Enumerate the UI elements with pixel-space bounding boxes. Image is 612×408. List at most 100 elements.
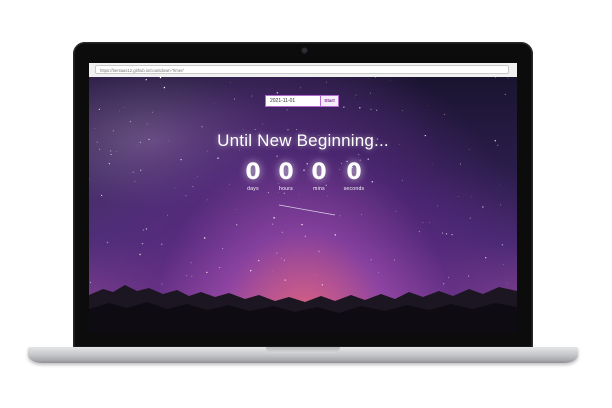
- star: [298, 194, 300, 196]
- star: [301, 223, 303, 226]
- star: [206, 199, 208, 201]
- star: [343, 106, 345, 108]
- star: [445, 233, 448, 235]
- star: [276, 252, 278, 254]
- mins-label: mins: [313, 186, 325, 192]
- star: [180, 158, 182, 161]
- star: [469, 217, 471, 219]
- star: [118, 110, 120, 112]
- star: [485, 257, 487, 259]
- star: [236, 209, 237, 210]
- star: [141, 242, 144, 245]
- star: [242, 129, 244, 130]
- star: [422, 222, 424, 223]
- star: [129, 120, 132, 123]
- star: [276, 155, 278, 157]
- star: [286, 109, 288, 111]
- page-title: Until New Beginning...: [217, 131, 389, 150]
- star: [495, 77, 497, 78]
- star: [471, 196, 473, 197]
- star: [230, 82, 231, 84]
- star: [499, 184, 500, 186]
- star: [145, 79, 147, 81]
- star: [369, 92, 371, 94]
- star: [501, 243, 504, 246]
- star: [139, 169, 142, 172]
- star: [123, 106, 125, 108]
- star: [250, 270, 252, 272]
- star: [108, 162, 111, 165]
- star: [100, 194, 103, 197]
- star: [203, 237, 206, 239]
- url-field[interactable]: https://bentaas12.github.io/countdown-Ti…: [95, 65, 509, 74]
- star: [457, 196, 459, 198]
- star: [159, 77, 162, 79]
- star: [142, 229, 145, 231]
- laptop-opening-notch: [266, 347, 340, 353]
- star: [217, 157, 219, 159]
- star: [276, 92, 279, 94]
- star: [273, 217, 275, 219]
- star: [272, 269, 274, 271]
- star: [370, 108, 372, 111]
- star: [110, 153, 112, 156]
- star: [152, 111, 153, 113]
- star: [271, 223, 274, 225]
- star: [504, 93, 506, 96]
- star: [281, 257, 283, 259]
- star: [459, 163, 461, 165]
- star: [283, 259, 285, 261]
- star: [258, 259, 260, 262]
- star: [353, 97, 355, 99]
- star: [393, 259, 395, 261]
- laptop-screen: https://bentaas12.github.io/countdown-Ti…: [89, 63, 517, 333]
- star: [326, 195, 328, 197]
- star: [402, 179, 403, 181]
- star: [367, 158, 369, 160]
- star: [355, 94, 357, 96]
- star: [161, 243, 163, 245]
- star: [219, 267, 221, 269]
- star: [261, 123, 263, 125]
- star: [318, 250, 320, 253]
- shooting-star: [278, 204, 336, 216]
- star: [94, 128, 96, 129]
- browser-address-bar: https://bentaas12.github.io/countdown-Ti…: [89, 63, 517, 78]
- star: [251, 95, 253, 97]
- star: [214, 102, 215, 104]
- star: [254, 128, 256, 130]
- star: [503, 264, 504, 265]
- star: [229, 183, 230, 185]
- star: [500, 204, 502, 206]
- star: [160, 84, 162, 86]
- start-button[interactable]: Start: [321, 95, 339, 107]
- star: [370, 260, 371, 261]
- star: [145, 228, 147, 230]
- seconds-label: seconds: [343, 186, 365, 192]
- star: [376, 109, 378, 111]
- star: [197, 176, 198, 177]
- star: [427, 105, 428, 107]
- star: [132, 171, 134, 173]
- star: [146, 123, 148, 125]
- star: [378, 271, 380, 273]
- star: [121, 261, 123, 263]
- star: [359, 106, 361, 109]
- star: [339, 215, 341, 217]
- star: [233, 98, 236, 100]
- countdown-page: 2021-11-01 Start Until New Beginning... …: [89, 77, 517, 333]
- mins-counter: 0 mins: [299, 161, 339, 193]
- star: [361, 214, 362, 215]
- star: [482, 206, 484, 208]
- star: [174, 187, 176, 189]
- star: [402, 110, 403, 111]
- star: [98, 108, 101, 111]
- date-form: 2021-11-01 Start: [265, 95, 339, 107]
- star: [304, 235, 306, 237]
- star: [375, 77, 376, 78]
- star: [185, 195, 187, 197]
- star: [134, 180, 136, 182]
- star: [236, 224, 238, 226]
- date-input[interactable]: 2021-11-01: [265, 95, 321, 107]
- webcam-icon: [302, 48, 307, 53]
